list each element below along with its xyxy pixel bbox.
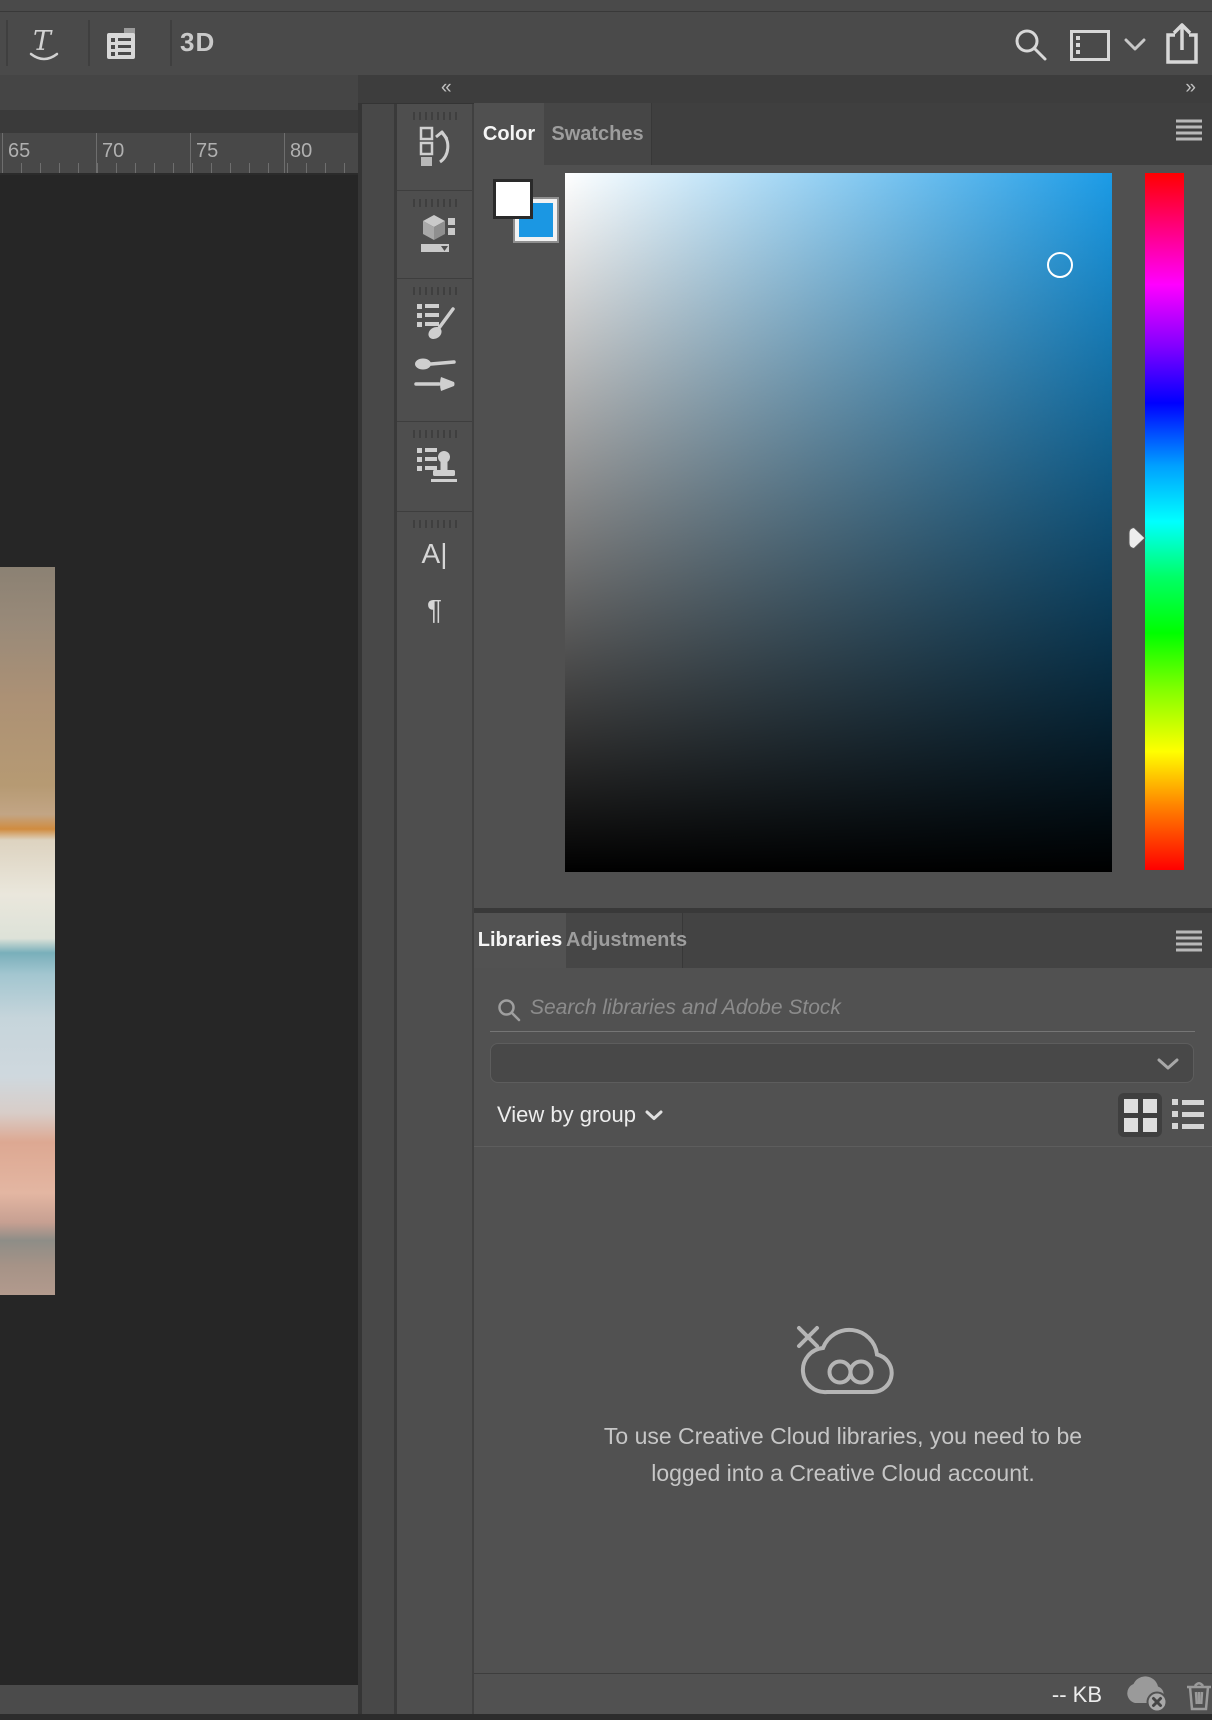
view-by-group-dropdown[interactable]: View by group [497,1090,663,1140]
panels-column: Color Swatches Libraries Adjustments Sea… [474,103,1212,1720]
color-panel-tabbar: Color Swatches [474,103,1212,165]
saturation-brightness-field[interactable] [565,173,1112,872]
ruler-label: 70 [102,140,125,162]
separator [88,20,90,66]
window-bottom-edge [0,1714,1212,1720]
dock-gutter [362,104,394,1720]
library-size-label: -- KB [1051,1681,1102,1707]
dock-grip[interactable] [412,199,457,207]
libraries-panel-tabbar: Libraries Adjustments [474,913,1212,968]
ruler-label: 75 [196,140,219,162]
canvas-workspace[interactable] [0,175,358,1685]
dock-group: A| ¶ [397,520,472,652]
dock-group [397,287,472,422]
search-icon[interactable] [1012,26,1050,64]
photoshop-window: T 3D 65 70 75 80 « » A| ¶ Color Swatches… [0,0,1212,1720]
document-tab-strip [0,75,358,133]
chevron-down-icon[interactable] [1124,38,1146,52]
tool-presets-panel-icon[interactable] [413,353,457,397]
list-view-button[interactable] [1172,1099,1206,1131]
ruler-label: 80 [290,140,313,162]
chevron-down-icon [1157,1058,1179,1070]
grid-view-icon [1123,1098,1157,1132]
ruler-major-tick [96,133,97,173]
color-panel-menu-icon[interactable] [1176,118,1202,142]
svg-text:T: T [33,26,53,57]
hue-slider-handle[interactable] [1126,525,1147,551]
paragraph-panel-icon[interactable]: ¶ [413,588,457,632]
ruler-minor-ticks [2,163,358,173]
dock-grip[interactable] [412,112,457,120]
3d-panel-icon[interactable] [413,211,457,255]
tab-adjustments[interactable]: Adjustments [566,913,687,968]
ruler-major-tick [190,133,191,173]
collapse-dock-button[interactable]: « [441,75,452,103]
libraries-status-bar: -- KB [474,1673,1212,1715]
creative-cloud-disconnected-icon [781,1316,905,1408]
tab-swatches[interactable]: Swatches [544,103,652,165]
toggle-character-paragraph-panels-icon[interactable] [102,24,142,66]
document-image-edge [0,567,55,1295]
ruler-label: 65 [8,140,31,162]
creative-cloud-login-message: To use Creative Cloud libraries, you nee… [603,1423,1083,1486]
expand-panels-button[interactable]: » [1185,75,1196,103]
view-by-label: View by group [497,1102,637,1127]
warp-text-icon[interactable]: T [24,24,64,66]
panel-dock-header: « » [358,75,1212,104]
dock-group [397,199,472,279]
collapsed-panel-dock: A| ¶ [397,104,472,1720]
grid-view-button[interactable] [1118,1093,1162,1137]
libraries-search-input[interactable] [528,986,1172,1030]
3d-button[interactable]: 3D [180,27,215,58]
dock-grip[interactable] [412,287,457,295]
library-search-icon [497,998,521,1022]
dock-group [397,430,472,512]
workspace-switcher-icon[interactable] [1070,30,1110,61]
character-panel-icon[interactable]: A| [413,532,457,576]
ruler-major-tick [284,133,285,173]
library-filter-dropdown[interactable] [490,1043,1194,1083]
horizontal-ruler: 65 70 75 80 [0,133,358,175]
window-edge-line [0,11,1212,12]
clone-source-panel-icon[interactable] [413,442,457,486]
libraries-panel: View by group [474,968,1212,1673]
tab-color[interactable]: Color [474,103,544,165]
dock-grip[interactable] [412,430,457,438]
chevron-down-icon [645,1110,663,1120]
tab-libraries[interactable]: Libraries [474,913,566,968]
separator [6,20,8,66]
dock-grip[interactable] [412,520,457,528]
separator [170,20,172,66]
options-bar: T 3D [0,0,1212,75]
color-panel [474,165,1212,908]
history-panel-icon[interactable] [413,124,457,168]
libraries-panel-menu-icon[interactable] [1176,929,1202,953]
character-glyph: A| [421,538,448,569]
paragraph-glyph: ¶ [426,594,443,625]
delete-library-item-icon[interactable] [1186,1679,1212,1711]
dock-group [397,112,472,191]
share-icon[interactable] [1162,22,1202,66]
sync-error-cloud-icon[interactable] [1124,1675,1172,1714]
hue-slider[interactable] [1145,173,1184,870]
foreground-color-swatch[interactable] [493,179,533,219]
brush-settings-panel-icon[interactable] [413,299,457,343]
separator [474,1146,1212,1147]
ruler-major-tick [2,133,3,173]
search-underline [490,1031,1195,1032]
color-selection-cursor[interactable] [1047,252,1073,278]
